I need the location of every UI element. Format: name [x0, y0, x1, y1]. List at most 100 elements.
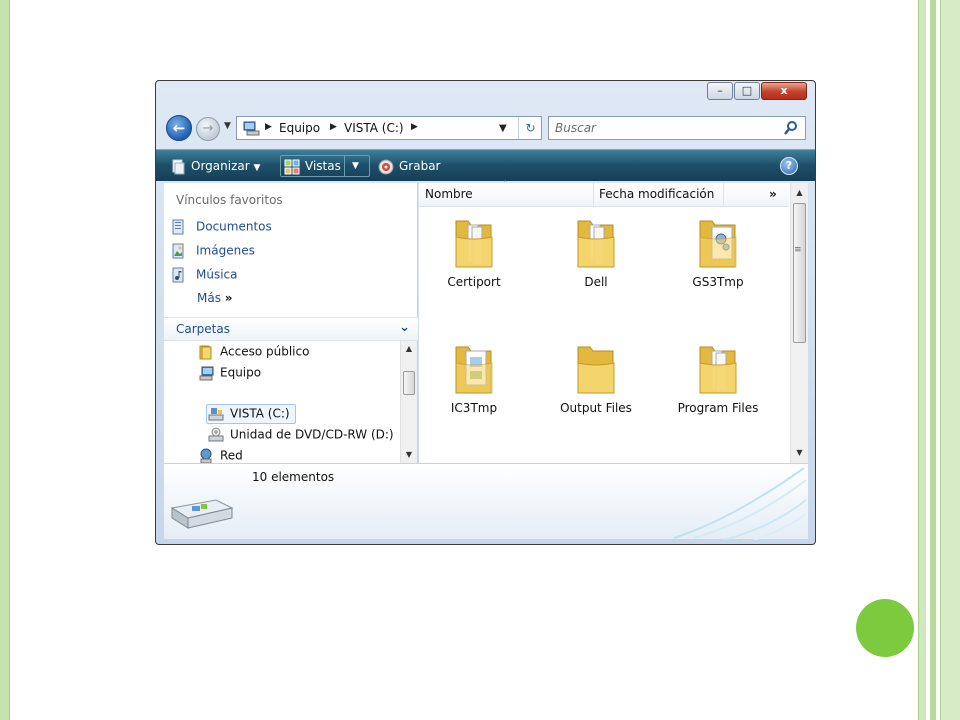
double-chevron-icon: »: [224, 291, 233, 305]
close-icon: x: [780, 84, 788, 97]
burn-disc-icon: [378, 159, 394, 174]
command-bar: Organizar ▼ Vistas ▼ Grabar ?: [156, 149, 815, 181]
column-date-header[interactable]: Fecha modificación: [599, 187, 714, 201]
search-placeholder: Buscar: [555, 121, 596, 135]
maximize-button[interactable]: □: [734, 82, 760, 100]
forward-button[interactable]: →: [196, 117, 220, 141]
decorative-swoosh: [673, 467, 807, 540]
folder-item[interactable]: IC3Tmp: [419, 341, 529, 431]
burn-label: Grabar: [399, 159, 441, 173]
right-decorative-bar: [940, 0, 960, 720]
column-separator[interactable]: [723, 183, 724, 207]
favorite-link-pictures[interactable]: Imágenes: [172, 243, 255, 261]
folder-item[interactable]: Certiport: [419, 215, 529, 305]
navigation-pane: Vínculos favoritos Documentos Imágenes M…: [164, 183, 418, 464]
favorite-label: Música: [196, 267, 238, 282]
recent-pages-dropdown[interactable]: ▼: [224, 121, 231, 131]
favorites-title: Vínculos favoritos: [176, 193, 283, 207]
folder-icon: [577, 220, 615, 268]
organize-button[interactable]: Organizar ▼: [170, 156, 260, 176]
folder-icon: [577, 346, 615, 394]
forward-arrow-icon: →: [202, 121, 214, 136]
folder-icon: [699, 346, 737, 394]
address-bar[interactable]: ▶ Equipo ▶ VISTA (C:) ▶ ▼ ↻: [236, 116, 542, 140]
tree-label: VISTA (C:): [230, 406, 290, 421]
folder-item[interactable]: Dell: [541, 215, 651, 305]
breadcrumb-arrow-icon[interactable]: ▶: [330, 122, 337, 132]
left-decorative-bar: [0, 0, 10, 720]
scroll-down-arrow-icon[interactable]: ▼: [791, 445, 808, 461]
scrollbar-grip-icon: ≡: [794, 245, 802, 255]
hard-drive-icon: [170, 499, 234, 529]
tree-item-public[interactable]: Acceso público: [198, 344, 309, 362]
tree-item-dvd-drive[interactable]: Unidad de DVD/CD-RW (D:): [208, 427, 394, 445]
breadcrumb-arrow-icon[interactable]: ▶: [411, 122, 418, 132]
folder-item[interactable]: Output Files: [541, 341, 651, 431]
search-icon[interactable]: [783, 120, 799, 136]
chevron-down-icon[interactable]: ⌄: [399, 320, 410, 335]
dvd-drive-icon: [208, 427, 224, 442]
folder-icon: [199, 345, 212, 360]
favorite-link-music[interactable]: Música: [172, 267, 238, 285]
views-separator: [344, 155, 345, 177]
scrollbar-thumb[interactable]: [793, 203, 806, 343]
scroll-up-arrow-icon[interactable]: ▲: [401, 341, 417, 357]
title-bar: – □ x: [156, 81, 815, 111]
explorer-window: – □ x ← → ▼ ▶ Equipo ▶ VISTA (C:) ▶ ▼ ↻: [155, 80, 816, 545]
breadcrumb-arrow-icon[interactable]: ▶: [265, 122, 272, 132]
chevron-down-icon: ▼: [352, 161, 359, 171]
folder-name: Output Files: [560, 401, 632, 415]
folder-item[interactable]: Program Files: [663, 341, 773, 431]
folder-images-icon: [455, 346, 493, 394]
tree-item-drive-c[interactable]: VISTA (C:): [208, 406, 290, 424]
favorite-label: Imágenes: [196, 243, 255, 258]
search-box[interactable]: Buscar: [548, 116, 806, 140]
scroll-up-arrow-icon[interactable]: ▲: [791, 185, 808, 201]
more-label: Más: [197, 291, 221, 305]
folder-name: Dell: [584, 275, 608, 289]
favorite-label: Documentos: [196, 219, 272, 234]
refresh-icon: ↻: [525, 121, 536, 135]
column-separator[interactable]: [593, 183, 594, 207]
column-name-header[interactable]: Nombre: [425, 187, 473, 201]
folder-name: Certiport: [447, 275, 501, 289]
folders-title: Carpetas: [176, 322, 230, 336]
more-links-button[interactable]: Más »: [197, 291, 233, 305]
favorite-link-documents[interactable]: Documentos: [172, 219, 272, 237]
help-icon: ?: [785, 159, 793, 172]
tree-scrollbar[interactable]: ▲ ▼: [400, 341, 417, 463]
back-button[interactable]: ←: [166, 115, 192, 141]
sort-ascending-icon: ˆ: [503, 180, 508, 190]
close-button[interactable]: x: [761, 82, 807, 100]
file-list-scrollbar[interactable]: ▲ ≡ ▼: [790, 183, 808, 463]
right-decorative-bar: [930, 0, 936, 720]
organize-icon: [172, 159, 185, 174]
network-icon: [200, 448, 212, 464]
tree-item-computer[interactable]: Equipo: [198, 365, 261, 383]
minimize-icon: –: [717, 84, 723, 97]
views-button[interactable]: Vistas: [284, 156, 341, 176]
views-label: Vistas: [305, 159, 341, 173]
breadcrumb-equipo[interactable]: Equipo: [279, 121, 320, 135]
documents-icon: [172, 219, 184, 235]
folder-name: GS3Tmp: [692, 275, 744, 289]
folder-item[interactable]: GS3Tmp: [663, 215, 773, 305]
more-columns-icon[interactable]: »: [769, 187, 777, 201]
column-headers: ˆ Nombre Fecha modificación »: [419, 180, 789, 207]
decorative-green-circle: [856, 599, 914, 657]
folder-settings-icon: [699, 220, 737, 268]
scrollbar-thumb[interactable]: [403, 371, 415, 395]
views-dropdown-button[interactable]: ▼: [352, 156, 359, 176]
tree-label: Unidad de DVD/CD-RW (D:): [230, 427, 394, 442]
pictures-icon: [172, 243, 184, 259]
breadcrumb-vista-c[interactable]: VISTA (C:): [344, 121, 404, 135]
folders-header[interactable]: Carpetas ⌄: [164, 317, 418, 341]
folder-name: Program Files: [677, 401, 759, 415]
minimize-button[interactable]: –: [707, 82, 733, 100]
burn-button[interactable]: Grabar: [378, 156, 441, 176]
computer-icon: [199, 366, 214, 381]
scroll-down-arrow-icon[interactable]: ▼: [401, 447, 417, 463]
refresh-button[interactable]: ↻: [518, 117, 542, 139]
help-button[interactable]: ?: [780, 157, 798, 175]
address-dropdown-icon[interactable]: ▼: [499, 123, 507, 134]
